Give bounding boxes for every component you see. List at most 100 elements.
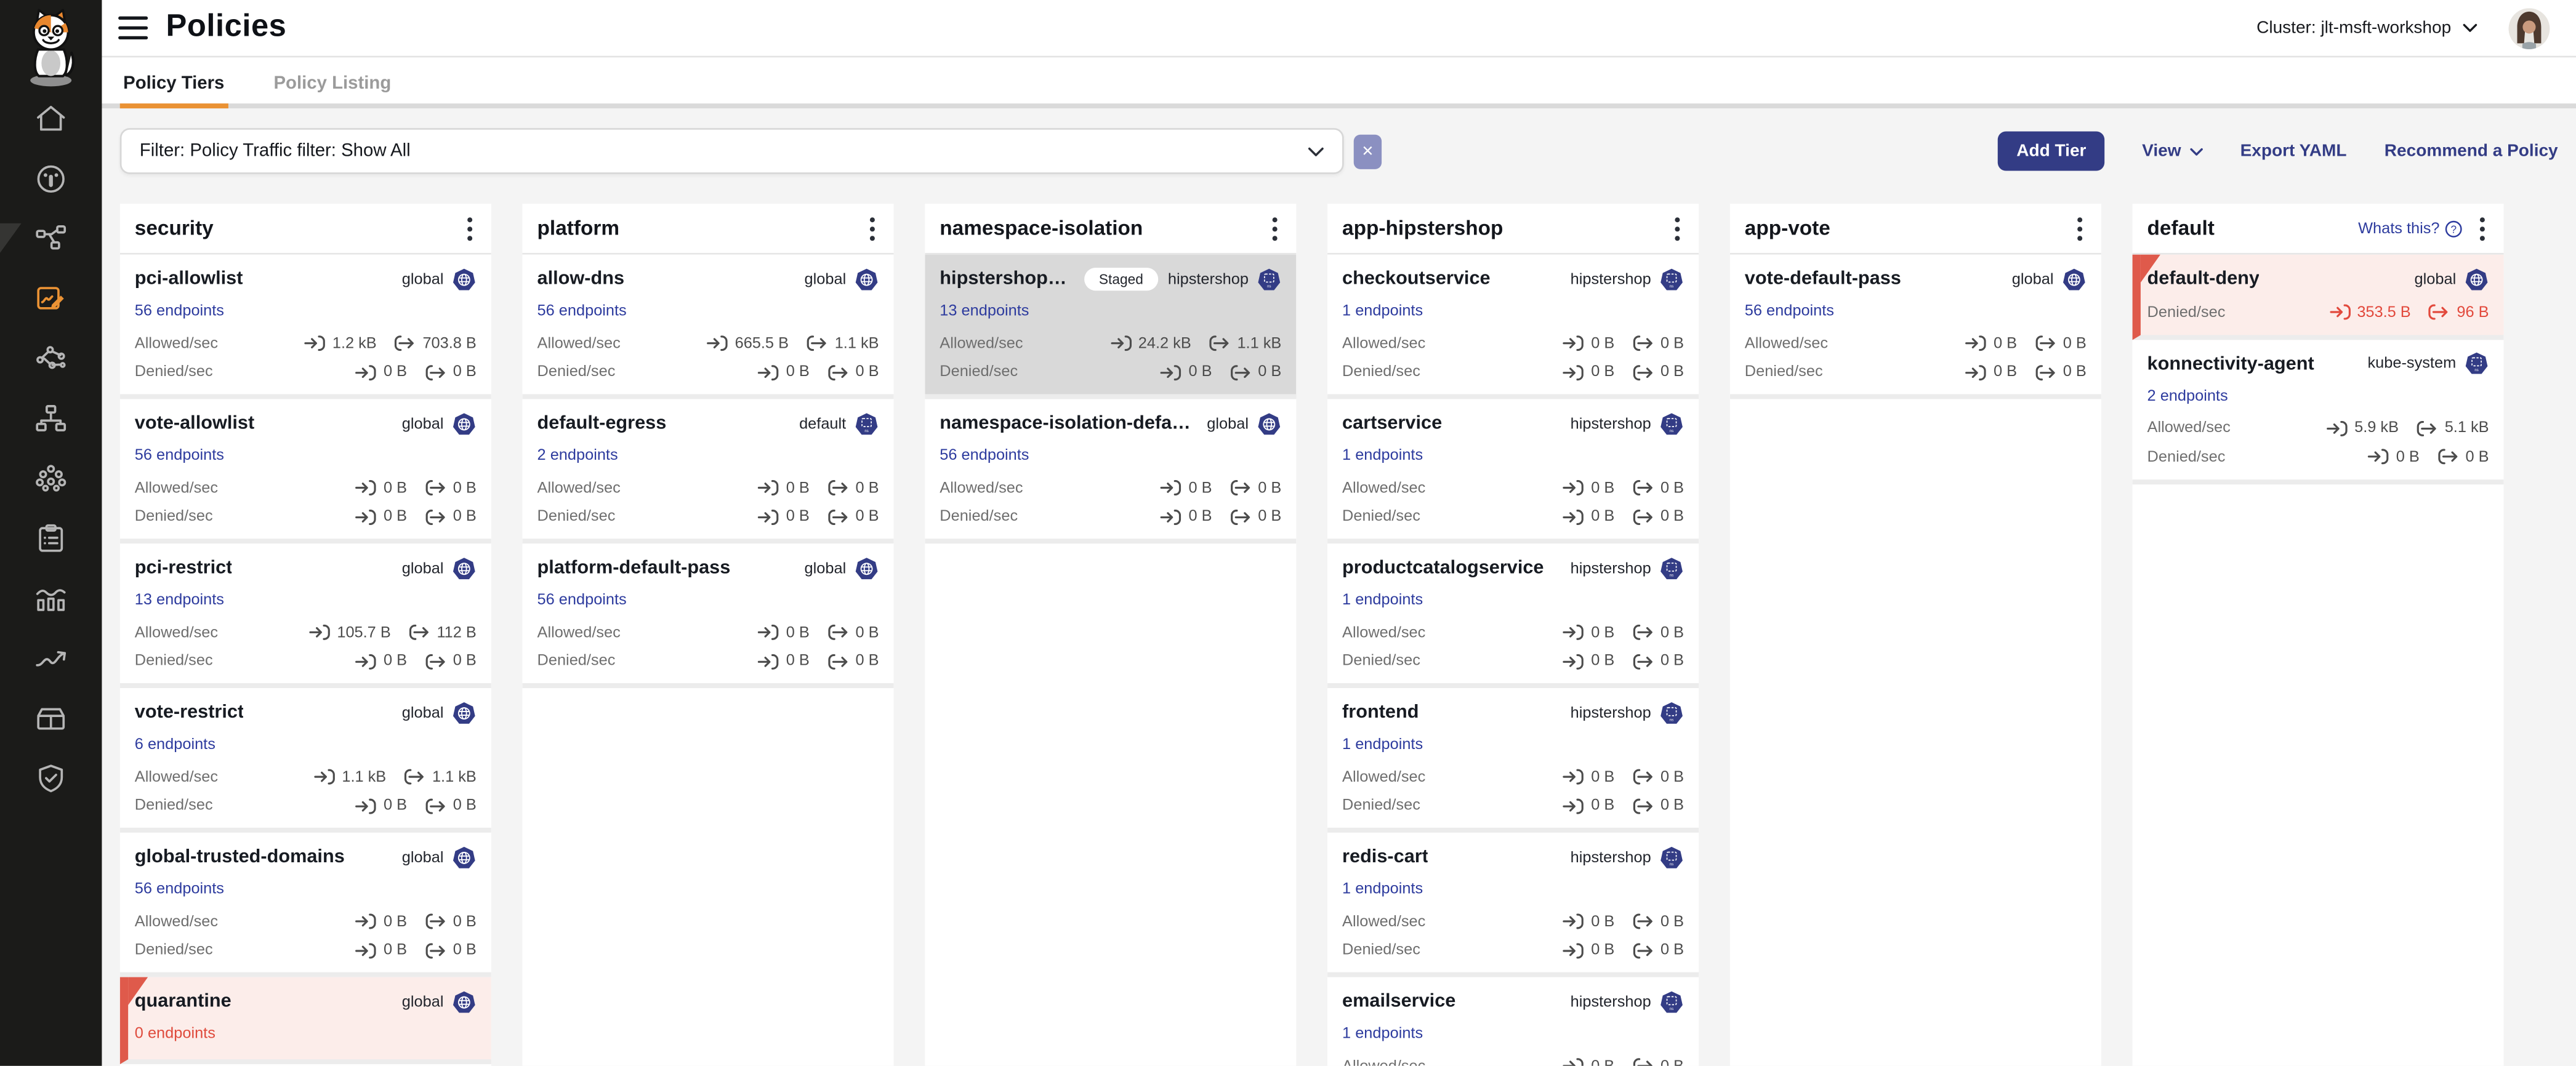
endpoints-link[interactable]: 6 endpoints [135, 735, 215, 753]
sidebar-item-service-graph[interactable] [33, 220, 69, 257]
globe-badge-icon [452, 267, 477, 292]
sidebar-item-flow-visualizations[interactable] [33, 340, 69, 376]
policy-card[interactable]: productcatalogservice hipstershop ns 1 e… [1327, 543, 1699, 688]
ingress-value: 0 B [1591, 334, 1614, 352]
whats-this-link[interactable]: Whats this? ? [2358, 219, 2463, 237]
sidebar-item-tiers[interactable] [33, 400, 69, 436]
ingress-value: 1.2 kB [332, 334, 377, 352]
export-yaml-button[interactable]: Export YAML [2240, 141, 2347, 161]
endpoints-link[interactable]: 13 endpoints [940, 302, 1029, 320]
cluster-selector[interactable]: Cluster: jlt-msft-workshop [2247, 17, 2487, 39]
endpoints-link[interactable]: 1 endpoints [1342, 302, 1423, 320]
endpoints-link[interactable]: 1 endpoints [1342, 591, 1423, 609]
endpoints-link[interactable]: 13 endpoints [135, 591, 224, 609]
compliance-icon [33, 520, 69, 556]
endpoints-link[interactable]: 0 endpoints [135, 1025, 215, 1043]
sidebar-item-dashboard[interactable] [33, 160, 69, 196]
ingress-icon [1563, 364, 1585, 380]
policy-card[interactable]: security-default-pass global [120, 1064, 491, 1066]
tier-menu-button[interactable] [1268, 216, 1281, 241]
tier-header: app-hipstershop ? [1327, 204, 1699, 255]
sidebar-item-activity[interactable] [33, 580, 69, 616]
egress-icon [1633, 913, 1654, 930]
endpoints-link[interactable]: 1 endpoints [1342, 447, 1423, 465]
policy-card[interactable]: konnectivity-agent kube-system ns 2 endp… [2133, 339, 2504, 484]
tier-menu-button[interactable] [2476, 216, 2489, 241]
endpoints-link[interactable]: 56 endpoints [537, 591, 627, 609]
view-menu-button[interactable]: View [2142, 141, 2202, 161]
endpoints-link[interactable]: 56 endpoints [537, 302, 627, 320]
policy-card[interactable]: vote-default-pass global 56 endpoints Al… [1730, 255, 2101, 399]
policy-card[interactable]: namespace-isolation-default-p… global 56… [925, 399, 1296, 543]
endpoints-link[interactable]: 2 endpoints [2147, 387, 2228, 404]
ingress-icon [2368, 448, 2389, 465]
endpoints-link[interactable]: 1 endpoints [1342, 1025, 1423, 1043]
endpoints-link[interactable]: 56 endpoints [135, 880, 224, 898]
policy-card[interactable]: global-trusted-domains global 56 endpoin… [120, 833, 491, 977]
policy-card[interactable]: pci-restrict global 13 endpoints Allowed… [120, 543, 491, 688]
sidebar-item-compliance[interactable] [33, 520, 69, 556]
policy-card[interactable]: pci-allowlist global 56 endpoints Allowe… [120, 255, 491, 399]
policy-traffic-filter-dropdown[interactable]: Filter: Policy Traffic filter: Show All [120, 128, 1344, 174]
egress-icon [827, 508, 849, 525]
clear-filter-button[interactable]: ✕ [1354, 134, 1382, 168]
sidebar-item-manage[interactable] [33, 700, 69, 736]
hamburger-menu-icon[interactable] [118, 17, 148, 39]
policy-card[interactable]: default-egress default ns 2 endpoints Al… [523, 399, 894, 543]
ingress-icon [707, 335, 728, 351]
endpoints-link[interactable]: 56 endpoints [940, 447, 1029, 465]
policy-card[interactable]: emailservice hipstershop ns 1 endpoints … [1327, 977, 1699, 1066]
policy-card[interactable]: checkoutservice hipstershop ns 1 endpoin… [1327, 255, 1699, 399]
allowed-row: Allowed/sec 0 B 0 B [537, 479, 879, 497]
tab-policy-tiers[interactable]: Policy Tiers [120, 62, 228, 108]
policy-card[interactable]: frontend hipstershop ns 1 endpoints Allo… [1327, 688, 1699, 833]
policy-card[interactable]: vote-allowlist global 56 endpoints Allow… [120, 399, 491, 543]
policy-card[interactable]: allow-dns global 56 endpoints Allowed/se… [523, 255, 894, 399]
namespace-badge-icon: ns [1659, 700, 1684, 725]
ingress-value: 0 B [1591, 941, 1614, 959]
endpoints-link[interactable]: 56 endpoints [135, 447, 224, 465]
endpoints-link[interactable]: 1 endpoints [1342, 880, 1423, 898]
policy-card[interactable]: hipstershop-gh… Staged hipstershop ns 13… [925, 255, 1296, 399]
avatar[interactable] [2509, 7, 2550, 49]
allowed-row: Allowed/sec 105.7 B 112 B [135, 623, 477, 641]
sidebar-item-threat-defense[interactable] [33, 759, 69, 796]
tier-menu-button[interactable] [1671, 216, 1684, 241]
allowed-row: Allowed/sec 0 B 0 B [135, 479, 477, 497]
ingress-value: 105.7 B [337, 623, 390, 641]
egress-icon [1633, 653, 1654, 670]
recommend-policy-button[interactable]: Recommend a Policy [2385, 141, 2558, 161]
denied-label: Denied/sec [1342, 941, 1420, 959]
policy-scope: global [392, 559, 444, 577]
tier-menu-button[interactable] [866, 216, 879, 241]
policy-card[interactable]: default-deny global Denied/sec [2133, 255, 2504, 339]
egress-value: 703.8 B [422, 334, 476, 352]
sidebar-item-home[interactable] [33, 100, 69, 137]
ingress-value: 0 B [1591, 479, 1614, 497]
policy-scope: default [789, 415, 846, 433]
page-title: Policies [166, 10, 287, 46]
sidebar-item-endpoints[interactable] [33, 460, 69, 496]
policy-card[interactable]: redis-cart hipstershop ns 1 endpoints Al… [1327, 833, 1699, 977]
ingress-value: 0 B [786, 363, 810, 381]
content-area: Filter: Policy Traffic filter: Show All … [102, 108, 2576, 1066]
tier-menu-button[interactable] [2073, 216, 2086, 241]
policy-card[interactable]: platform-default-pass global 56 endpoint… [523, 543, 894, 688]
add-tier-button[interactable]: Add Tier [1998, 131, 2104, 170]
policy-card[interactable]: vote-restrict global 6 endpoints Allowed… [120, 688, 491, 833]
endpoints-link[interactable]: 56 endpoints [1745, 302, 1834, 320]
tab-policy-listing[interactable]: Policy Listing [270, 62, 395, 108]
calico-logo[interactable] [13, 7, 89, 89]
sidebar-item-timeline[interactable] [33, 639, 69, 676]
endpoints-link[interactable]: 1 endpoints [1342, 735, 1423, 753]
policy-card[interactable]: cartservice hipstershop ns 1 endpoints A… [1327, 399, 1699, 543]
endpoints-link[interactable]: 56 endpoints [135, 302, 224, 320]
sidebar-item-policies[interactable] [33, 280, 69, 316]
namespace-badge-icon: ns [1659, 845, 1684, 870]
policy-name: frontend [1342, 703, 1419, 723]
policy-card[interactable]: quarantine global 0 endpoints [120, 977, 491, 1064]
endpoints-link[interactable]: 2 endpoints [537, 447, 618, 465]
denied-label: Denied/sec [1342, 508, 1420, 526]
tier-menu-button[interactable] [463, 216, 476, 241]
egress-value: 1.1 kB [1237, 334, 1281, 352]
